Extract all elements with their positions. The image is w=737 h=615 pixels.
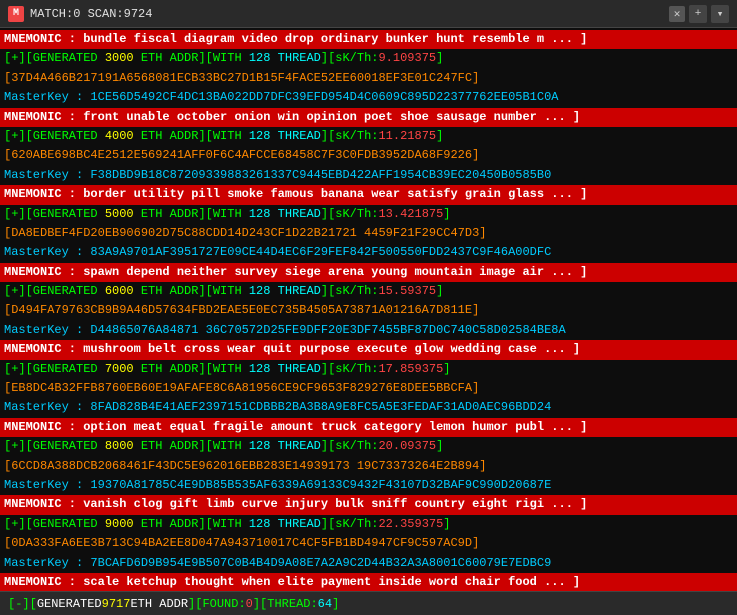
plus-button[interactable]: +	[689, 5, 707, 23]
line-11: MasterKey : 83A9A9701AF3951727E09CE44D4E…	[0, 243, 737, 262]
line-7: MasterKey : F38DBD9B18C87209339883261337…	[0, 166, 737, 185]
app-icon: M	[8, 6, 24, 22]
status-eth-label: ETH ADDR	[130, 597, 188, 611]
line-1: [+][GENERATED 3000 ETH ADDR][WITH 128 TH…	[0, 49, 737, 68]
status-generated-label: GENERATED	[37, 597, 102, 611]
line-14: [D494FA79763CB9B9A46D57634FBD2EAE5E0EC73…	[0, 301, 737, 320]
line-24: MNEMONIC : vanish clog gift limb curve i…	[0, 495, 737, 514]
line-3: MasterKey : 1CE56D5492CF4DC13BA022DD7DFC…	[0, 88, 737, 107]
status-bar: [-][ GENERATED 9717 ETH ADDR ][FOUND:0][…	[0, 591, 737, 615]
close-button[interactable]: ✕	[669, 6, 685, 22]
line-6: [620ABE698BC4E2512E569241AFF0F6C4AFCCE68…	[0, 146, 737, 165]
line-2: [37D4A466B217191A6568081ECB33BC27D1B15F4…	[0, 69, 737, 88]
status-thread-label: ][THREAD:	[253, 597, 318, 611]
status-prefix: [-][	[8, 597, 37, 611]
line-16: MNEMONIC : mushroom belt cross wear quit…	[0, 340, 737, 359]
status-suffix: ]	[332, 597, 339, 611]
status-found-label: ][FOUND:	[188, 597, 246, 611]
line-9: [+][GENERATED 5000 ETH ADDR][WITH 128 TH…	[0, 205, 737, 224]
line-5: [+][GENERATED 4000 ETH ADDR][WITH 128 TH…	[0, 127, 737, 146]
line-17: [+][GENERATED 7000 ETH ADDR][WITH 128 TH…	[0, 360, 737, 379]
title-bar: M MATCH:0 SCAN:9724 ✕ + ▾	[0, 0, 737, 28]
line-28: MNEMONIC : scale ketchup thought when el…	[0, 573, 737, 591]
line-13: [+][GENERATED 6000 ETH ADDR][WITH 128 TH…	[0, 282, 737, 301]
line-4: MNEMONIC : front unable october onion wi…	[0, 108, 737, 127]
status-found-value: 0	[246, 597, 253, 611]
line-18: [EB8DC4B32FFB8760EB60E19AFAFE8C6A81956CE…	[0, 379, 737, 398]
line-22: [6CCD8A388DCB2068461F43DC5E962016EBB283E…	[0, 457, 737, 476]
line-8: MNEMONIC : border utility pill smoke fam…	[0, 185, 737, 204]
line-19: MasterKey : 8FAD828B4E41AEF2397151CDBBB2…	[0, 398, 737, 417]
line-12: MNEMONIC : spawn depend neither survey s…	[0, 263, 737, 282]
title-text: MATCH:0 SCAN:9724	[30, 7, 665, 21]
line-0: MNEMONIC : bundle fiscal diagram video d…	[0, 30, 737, 49]
line-23: MasterKey : 19370A81785C4E9DB85B535AF633…	[0, 476, 737, 495]
content-area: MNEMONIC : bundle fiscal diagram video d…	[0, 28, 737, 591]
line-21: [+][GENERATED 8000 ETH ADDR][WITH 128 TH…	[0, 437, 737, 456]
line-15: MasterKey : D44865076A84871 36C70572D25F…	[0, 321, 737, 340]
line-25: [+][GENERATED 9000 ETH ADDR][WITH 128 TH…	[0, 515, 737, 534]
line-26: [0DA333FA6EE3B713C94BA2EE8D047A943710017…	[0, 534, 737, 553]
chevron-button[interactable]: ▾	[711, 5, 729, 23]
status-thread-value: 64	[318, 597, 332, 611]
line-27: MasterKey : 7BCAFD6D9B954E9B507C0B4B4D9A…	[0, 554, 737, 573]
line-20: MNEMONIC : option meat equal fragile amo…	[0, 418, 737, 437]
line-10: [DA8EDBEF4FD20EB906902D75C88CDD14D243CF1…	[0, 224, 737, 243]
status-generated-value: 9717	[102, 597, 131, 611]
